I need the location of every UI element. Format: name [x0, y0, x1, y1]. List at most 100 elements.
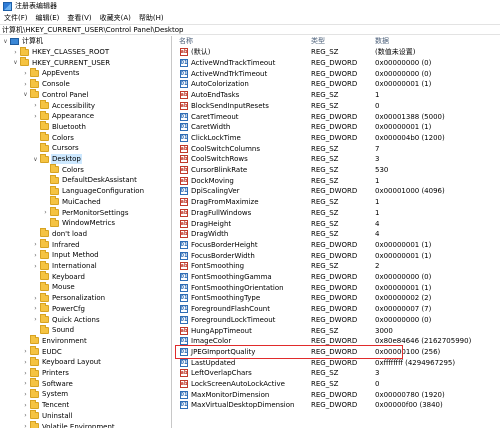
menu-edit[interactable]: 编辑(E): [36, 12, 60, 24]
value-row[interactable]: ab DragWidth REG_SZ 4: [173, 229, 500, 240]
tree-item[interactable]: ∨ HKEY_CURRENT_USER: [12, 57, 111, 68]
chevron-right-icon[interactable]: ›: [32, 111, 39, 121]
value-row[interactable]: ab CoolSwitchColumns REG_SZ 7: [173, 143, 500, 154]
value-row[interactable]: ab AutoEndTasks REG_SZ 1: [173, 90, 500, 101]
value-row[interactable]: 01 ForegroundFlashCount REG_DWORD 0x0000000…: [173, 304, 500, 315]
menu-help[interactable]: 帮助(H): [139, 12, 164, 24]
tree-item[interactable]: › Tencent: [22, 399, 70, 411]
tree-item[interactable]: › Appearance: [32, 110, 95, 122]
value-row[interactable]: ab LockScreenAutoLockActive REG_SZ 0: [173, 379, 500, 390]
value-row[interactable]: ab (默认) REG_SZ (数值未设置): [173, 47, 500, 58]
value-row[interactable]: 01 AutoColorization REG_DWORD 0x00000001 (1…: [173, 79, 500, 90]
chevron-right-icon[interactable]: ›: [22, 411, 29, 421]
chevron-down-icon[interactable]: ∨: [2, 36, 9, 46]
chevron-right-icon[interactable]: ›: [22, 68, 29, 78]
chevron-right-icon[interactable]: ›: [32, 250, 39, 260]
tree-item[interactable]: › Accessibility: [32, 100, 96, 111]
column-header-name[interactable]: 名称: [173, 36, 311, 47]
value-row[interactable]: 01 FocusBorderHeight REG_DWORD 0x00000001 (…: [173, 240, 500, 251]
value-row[interactable]: ab DragHeight REG_SZ 4: [173, 218, 500, 229]
tree-item[interactable]: › AppEvents: [22, 67, 80, 79]
tree-item[interactable]: Environment: [22, 335, 88, 347]
value-row[interactable]: 01 DpiScalingVer REG_DWORD 0x00001000 (4096…: [173, 186, 500, 197]
value-row[interactable]: 01 LastUpdated REG_DWORD 0xffffffff (429496…: [173, 357, 500, 368]
chevron-right-icon[interactable]: ›: [42, 208, 49, 218]
tree-item[interactable]: › Printers: [22, 367, 70, 379]
chevron-down-icon[interactable]: ∨: [22, 90, 29, 100]
chevron-right-icon[interactable]: ›: [22, 389, 29, 399]
value-row[interactable]: 01 CaretTimeout REG_DWORD 0x00001388 (5000): [173, 111, 500, 122]
value-row[interactable]: 01 ActiveWndTrackTimeout REG_DWORD 0x000000…: [173, 58, 500, 69]
tree-item[interactable]: Mouse: [32, 281, 76, 293]
value-row[interactable]: ab LeftOverlapChars REG_SZ 3: [173, 368, 500, 379]
tree-item[interactable]: › Software: [22, 378, 74, 389]
value-row[interactable]: 01 ClickLockTime REG_DWORD 0x000004b0 (1200…: [173, 133, 500, 144]
tree-item[interactable]: Sound: [32, 324, 75, 336]
value-row[interactable]: 01 MaxMonitorDimension REG_DWORD 0x00000780…: [173, 389, 500, 400]
tree-item[interactable]: DefaultDeskAssistant: [42, 174, 138, 186]
value-row[interactable]: ab HungAppTimeout REG_SZ 3000: [173, 325, 500, 336]
column-header-data[interactable]: 数据: [375, 36, 500, 47]
value-row[interactable]: 01 ForegroundLockTimeout REG_DWORD 0x000000…: [173, 315, 500, 326]
tree-item[interactable]: › PowerCfg: [32, 303, 86, 315]
value-row[interactable]: ab DragFullWindows REG_SZ 1: [173, 208, 500, 219]
chevron-right-icon[interactable]: ›: [32, 293, 39, 303]
chevron-right-icon[interactable]: ›: [32, 315, 39, 325]
chevron-right-icon[interactable]: ›: [22, 400, 29, 410]
value-row[interactable]: 01 MaxVirtualDesktopDimension REG_DWORD 0x0…: [173, 400, 500, 411]
tree-item[interactable]: Bluetooth: [32, 121, 87, 133]
tree-item[interactable]: › Quick Actions: [32, 314, 101, 325]
menu-view[interactable]: 查看(V): [67, 12, 91, 24]
chevron-right-icon[interactable]: ›: [12, 47, 19, 57]
tree-item[interactable]: › Infrared: [32, 239, 81, 250]
tree-item[interactable]: › EUDC: [22, 346, 63, 357]
value-row[interactable]: ab DragFromMaximize REG_SZ 1: [173, 197, 500, 208]
tree-item[interactable]: › HKEY_CLASSES_ROOT: [12, 46, 110, 58]
value-row[interactable]: 01 ActiveWndTrkTimeout REG_DWORD 0x00000000…: [173, 68, 500, 79]
tree-item[interactable]: ∨ 计算机: [2, 36, 44, 47]
value-row[interactable]: 01 CaretWidth REG_DWORD 0x00000001 (1): [173, 122, 500, 133]
value-row[interactable]: ab BlockSendInputResets REG_SZ 0: [173, 101, 500, 112]
tree-item[interactable]: › Uninstall: [22, 410, 74, 422]
chevron-right-icon[interactable]: ›: [32, 261, 39, 271]
tree-item[interactable]: WindowMetrics: [42, 217, 116, 229]
tree-item[interactable]: Cursors: [32, 142, 80, 154]
value-row[interactable]: 01 FocusBorderWidth REG_DWORD 0x00000001 (1…: [173, 250, 500, 261]
tree-item[interactable]: don't load: [32, 228, 88, 240]
tree-item[interactable]: › System: [22, 388, 69, 400]
tree-item[interactable]: › PerMonitorSettings: [42, 207, 129, 218]
value-row[interactable]: 01 FontSmoothingOrientation REG_DWORD 0x000…: [173, 282, 500, 293]
chevron-right-icon[interactable]: ›: [22, 357, 29, 367]
value-row[interactable]: ab FontSmoothing REG_SZ 2: [173, 261, 500, 272]
value-row[interactable]: ab CursorBlinkRate REG_SZ 530: [173, 165, 500, 176]
value-row[interactable]: 01 FontSmoothingGamma REG_DWORD 0x00000000 …: [173, 272, 500, 283]
chevron-right-icon[interactable]: ›: [22, 347, 29, 357]
tree-item[interactable]: Colors: [32, 132, 75, 143]
chevron-right-icon[interactable]: ›: [22, 379, 29, 389]
tree-item[interactable]: ∨ Desktop: [32, 153, 82, 165]
chevron-right-icon[interactable]: ›: [22, 368, 29, 378]
tree-item[interactable]: Keyboard: [32, 271, 86, 282]
chevron-down-icon[interactable]: ∨: [32, 154, 39, 164]
chevron-down-icon[interactable]: ∨: [12, 58, 19, 68]
tree-item[interactable]: › Volatile Environment: [22, 421, 116, 428]
column-header-type[interactable]: 类型: [311, 36, 375, 47]
address-bar[interactable]: 计算机\HKEY_CURRENT_USER\Control Panel\Desk…: [0, 24, 500, 35]
tree-item[interactable]: ∨ Control Panel: [22, 89, 89, 101]
value-row[interactable]: ab DockMoving REG_SZ 1: [173, 175, 500, 186]
tree-item[interactable]: › Console: [22, 78, 71, 90]
tree-item[interactable]: › International: [32, 260, 98, 272]
menu-file[interactable]: 文件(F): [4, 12, 28, 24]
value-row[interactable]: 01 FontSmoothingType REG_DWORD 0x00000002 (…: [173, 293, 500, 304]
chevron-right-icon[interactable]: ›: [22, 79, 29, 89]
tree-item[interactable]: › Keyboard Layout: [22, 356, 102, 368]
menu-favorites[interactable]: 收藏夹(A): [100, 12, 131, 24]
chevron-right-icon[interactable]: ›: [32, 304, 39, 314]
chevron-right-icon[interactable]: ›: [32, 101, 39, 111]
tree-item[interactable]: MuiCached: [42, 196, 102, 208]
tree-item[interactable]: Colors: [42, 164, 85, 175]
value-row[interactable]: ab CoolSwitchRows REG_SZ 3: [173, 154, 500, 165]
chevron-right-icon[interactable]: ›: [22, 422, 29, 428]
chevron-right-icon[interactable]: ›: [32, 240, 39, 250]
tree-item[interactable]: › Input Method: [32, 249, 100, 261]
